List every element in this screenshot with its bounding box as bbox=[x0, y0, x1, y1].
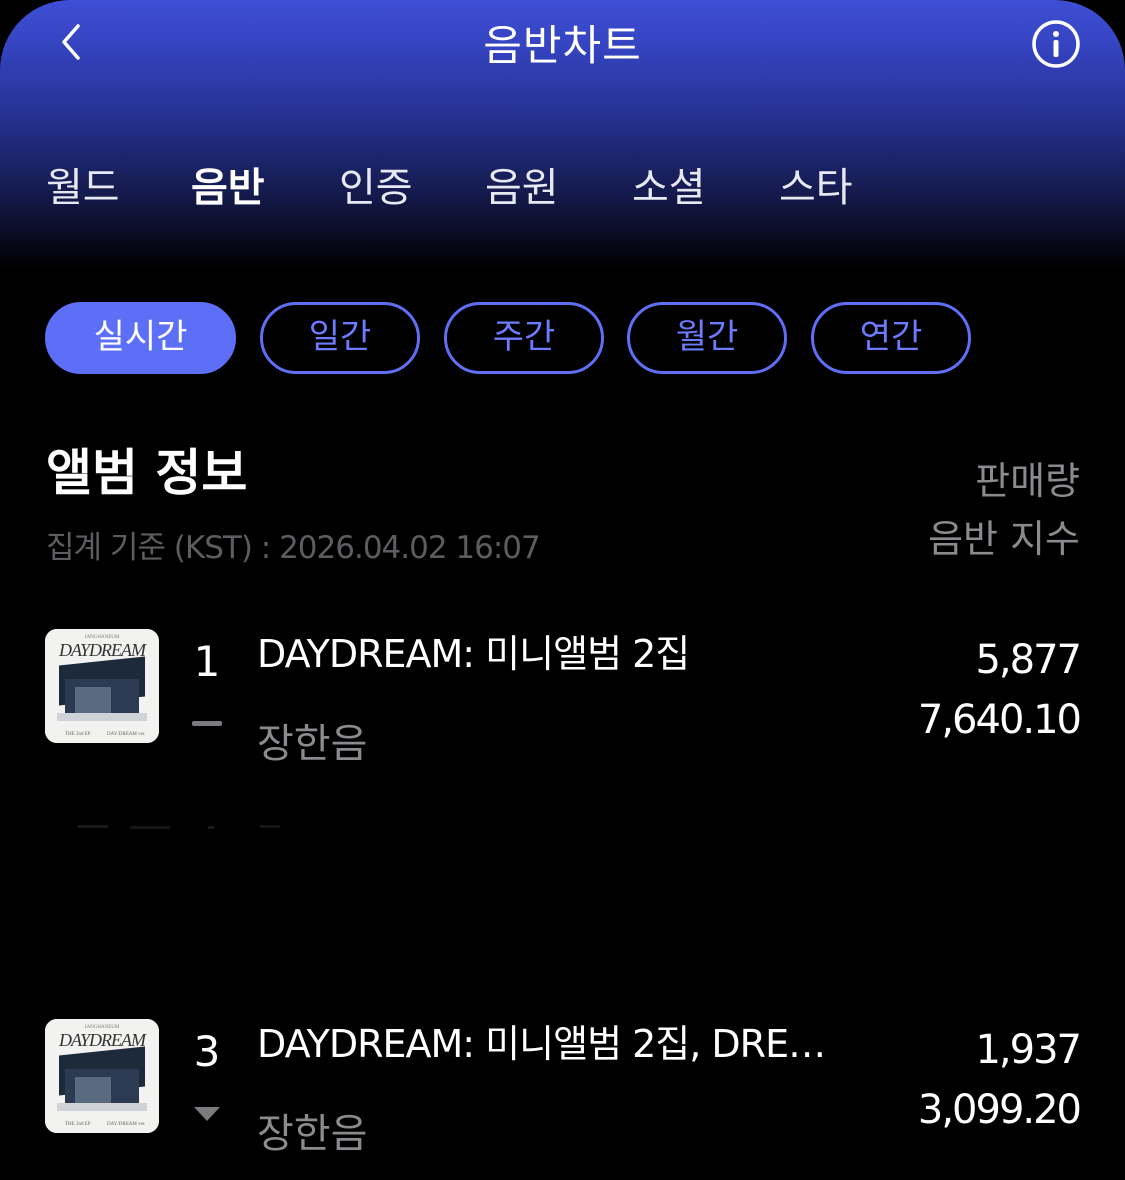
period-chip-monthly[interactable]: 월간 bbox=[627, 302, 787, 374]
sales-value: 1,937 bbox=[975, 1027, 1082, 1073]
rank-number: 3 bbox=[193, 1027, 221, 1076]
chart-row[interactable]: JANGHANEUM DAYDREAM THE 2nd EP DAY/DREAM… bbox=[0, 1019, 1125, 1157]
album-cover: JANGHANEUM DAYDREAM THE 2nd EP DAY/DREAM… bbox=[45, 629, 159, 743]
rank-unchanged-icon bbox=[192, 721, 222, 726]
tab-certification[interactable]: 인증 bbox=[339, 155, 413, 213]
aggregation-timestamp: 집계 기준 (KST) : 2026.04.02 16:07 bbox=[46, 530, 541, 566]
artist-name: 장한음 bbox=[257, 1111, 368, 1157]
artist-name: 장한음 bbox=[257, 721, 368, 767]
album-index-value: 7,640.10 bbox=[917, 697, 1082, 743]
tab-social[interactable]: 소셜 bbox=[632, 155, 706, 213]
info-circle-icon[interactable] bbox=[1030, 18, 1082, 70]
svg-text:THE 2nd EP: THE 2nd EP bbox=[65, 732, 91, 737]
sales-value: 5,877 bbox=[975, 637, 1082, 683]
album-title[interactable]: DAYDREAM: 미니앨범 2집 bbox=[257, 623, 847, 678]
svg-text:DAY/DREAM ver.: DAY/DREAM ver. bbox=[107, 732, 145, 737]
album-title[interactable]: DAYDREAM: 미니앨범 2집, DREAM ver. bbox=[257, 1013, 847, 1068]
tab-star[interactable]: 스타 bbox=[779, 155, 853, 213]
svg-text:DAYDREAM: DAYDREAM bbox=[58, 640, 147, 660]
rank-number: 1 bbox=[193, 637, 221, 686]
tab-music[interactable]: 음원 bbox=[485, 155, 559, 213]
period-chip-weekly[interactable]: 주간 bbox=[444, 302, 604, 374]
svg-text:DAYDREAM: DAYDREAM bbox=[58, 1030, 147, 1050]
tab-world[interactable]: 월드 bbox=[46, 155, 120, 213]
svg-text:DAY/DREAM ver.: DAY/DREAM ver. bbox=[107, 1122, 145, 1127]
redacted-row-fragment bbox=[78, 825, 280, 829]
column-header-index: 음반 지수 bbox=[928, 517, 1080, 561]
chart-header: 음반차트 월드 음반 인증 음원 소셜 스타 bbox=[0, 0, 1125, 270]
period-chip-realtime[interactable]: 실시간 bbox=[45, 302, 236, 374]
period-chip-yearly[interactable]: 연간 bbox=[811, 302, 971, 374]
rank-down-icon bbox=[194, 1107, 220, 1121]
chart-row[interactable]: JANGHANEUM DAYDREAM THE 2nd EP DAY/DREAM… bbox=[0, 629, 1125, 767]
category-tabs: 월드 음반 인증 음원 소셜 스타 bbox=[0, 155, 1125, 215]
column-header-sales: 판매량 bbox=[975, 459, 1080, 503]
album-index-value: 3,099.20 bbox=[917, 1087, 1082, 1133]
section-title: 앨범 정보 bbox=[46, 444, 248, 502]
page-title: 음반차트 bbox=[483, 21, 642, 70]
period-chip-daily[interactable]: 일간 bbox=[260, 302, 420, 374]
svg-text:THE 2nd EP: THE 2nd EP bbox=[65, 1122, 91, 1127]
album-cover: JANGHANEUM DAYDREAM THE 2nd EP DAY/DREAM… bbox=[45, 1019, 159, 1133]
tab-album[interactable]: 음반 bbox=[191, 155, 265, 213]
